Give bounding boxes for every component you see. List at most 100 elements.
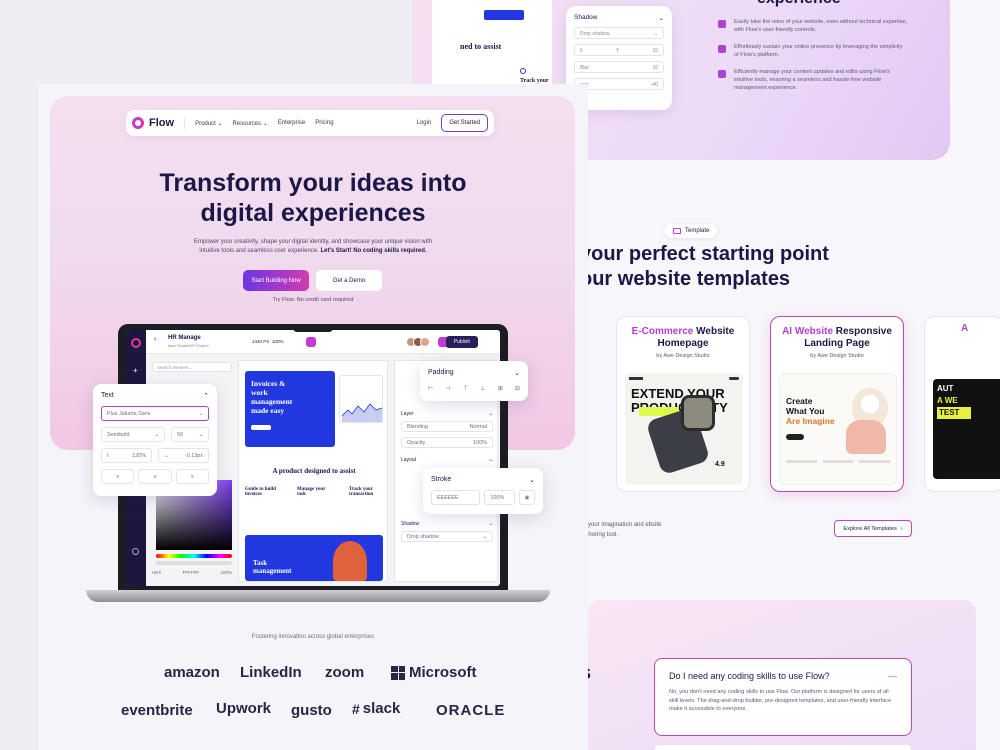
edit-icon <box>718 70 726 78</box>
font-family-select[interactable]: Plus Jakarta Sans ⌄ <box>101 406 209 421</box>
add-icon[interactable]: + <box>133 366 138 375</box>
shadow-style-select[interactable]: Drop shadow ⌄ <box>574 27 664 39</box>
layer-section: Layer ⌄ <box>401 411 493 417</box>
explore-templates-button[interactable]: Explore All Templates › <box>834 520 912 537</box>
view-toggle-icon[interactable] <box>306 337 316 347</box>
alpha-slider[interactable] <box>156 561 232 565</box>
chevron-down-icon[interactable]: ⌄ <box>514 369 520 377</box>
stroke-title: Stroke <box>431 476 452 483</box>
stroke-panel: Stroke ⌄ EEEEEE 100% ◉ <box>423 468 543 514</box>
template-accent: E-Commerce <box>631 326 694 337</box>
nav-resources[interactable]: Resources ⌄ <box>232 120 267 127</box>
eye-icon[interactable]: ◉ <box>519 490 535 505</box>
collapse-icon[interactable]: — <box>888 671 897 681</box>
shadow-type-select[interactable]: Drop shadow ⌄ <box>401 531 493 542</box>
logo[interactable]: Flow <box>132 117 186 129</box>
faq-item[interactable]: Do I need any coding skills to use Flow?… <box>654 658 912 736</box>
blending-select[interactable]: Blending Normal <box>401 421 493 432</box>
settings-icon[interactable] <box>132 548 139 555</box>
hue-slider[interactable] <box>156 554 232 558</box>
project-path: Awe Studio/HR Project <box>168 343 209 348</box>
chevron-down-icon[interactable]: ⌄ <box>529 476 535 484</box>
doc-headline: ned to assist <box>460 42 502 51</box>
cloud-icon <box>718 45 726 53</box>
fostering-caption: Fostering innovation across global enter… <box>251 634 375 640</box>
stroke-color-field[interactable]: EEEEEE <box>431 490 481 505</box>
layout-section: Layout ⌄ <box>401 457 493 463</box>
zoom-logo: zoom <box>325 664 365 681</box>
stats-widget <box>339 375 383 423</box>
letter-spacing-field[interactable]: ↔ -0.13px <box>158 448 209 463</box>
templates-copy: sh your imagination and ebsite authoring… <box>580 522 662 538</box>
nav-pricing[interactable]: Pricing <box>315 120 333 126</box>
text-panel: Text ⌃ Plus Jakarta Sans ⌄ Semibold ⌄ 56 ⌄ Ⅰ… <box>93 384 217 496</box>
chevron-down-icon[interactable]: ⌄ <box>659 14 664 22</box>
slack-logo: # slack <box>352 700 401 717</box>
start-building-button[interactable]: Start Building Now <box>243 270 309 291</box>
feature-item: Easily take the reins of your website, e… <box>718 18 908 34</box>
padding-title: Padding <box>428 369 454 376</box>
get-started-button[interactable]: Get Started <box>441 114 488 132</box>
monitor-icon <box>673 228 681 234</box>
template-accent: A <box>961 323 969 334</box>
template-author: by Awe Design Studio <box>656 353 710 359</box>
editor-canvas[interactable]: Invoices & work management made easy A p… <box>238 360 388 582</box>
laptop-base <box>86 590 550 602</box>
template-preview: Create What You Are Imagine <box>779 373 897 485</box>
microsoft-logo: Microsoft <box>391 664 477 681</box>
shadow-blur-field[interactable]: Blur 16 <box>574 61 664 73</box>
padding-controls[interactable]: ⊢ ⊣ ⊤ ⊥ ⊞ ⊟ <box>428 385 520 392</box>
get-demo-button[interactable]: Get a Demo <box>316 270 382 291</box>
feature-list: Easily take the reins of your website, e… <box>718 18 908 101</box>
faq-answer: No, you don't need any coding skills to … <box>669 689 892 712</box>
font-weight-select[interactable]: Semibold ⌄ <box>101 427 165 442</box>
nav-product[interactable]: Product ⌄ <box>195 120 222 127</box>
template-card-peek-right[interactable]: AUT A WE TEST A <box>924 316 1000 492</box>
trial-note: Try Flow. No credit card required <box>272 297 354 303</box>
publish-button[interactable]: Publish <box>446 336 478 348</box>
hero-card-preview: Invoices & work management made easy <box>245 371 335 447</box>
hex-fields[interactable]: HEX FFFFFF 100% <box>152 570 232 575</box>
feature-col: Guide to build invoices <box>245 487 276 497</box>
template-preview: EXTEND YOUR PRODUCTIVITY 4.9 <box>625 373 743 485</box>
camera-notch <box>293 324 333 332</box>
template-badge: Template <box>665 224 718 238</box>
microsoft-icon <box>391 665 405 680</box>
gusto-logo: gusto <box>291 702 332 719</box>
template-accent: AI Website <box>782 326 833 337</box>
zoom-level[interactable]: 100% <box>272 339 284 344</box>
feature-item: Efficiently manage your content updates … <box>718 68 908 92</box>
element-search-input[interactable]: Search element... <box>152 362 232 372</box>
list-icon <box>718 20 726 28</box>
login-link[interactable]: Login <box>417 120 432 126</box>
font-size-select[interactable]: 56 ⌄ <box>171 427 209 442</box>
document-preview: ned to assist Track your <box>432 0 552 95</box>
project-name: HR Manage <box>168 335 201 341</box>
faq-question: Do I need any coding skills to use Flow? <box>669 671 830 681</box>
doc-icon <box>520 68 526 74</box>
nav-enterprise[interactable]: Enterprise <box>278 120 305 126</box>
align-left-icon[interactable]: ≡ <box>101 469 135 484</box>
template-card-ecommerce[interactable]: E-Commerce Website Homepage by Awe Desig… <box>616 316 750 492</box>
faq-item[interactable] <box>654 744 912 750</box>
template-preview: AUT A WE TEST <box>933 379 1000 479</box>
template-card-ai-website[interactable]: AI Website Responsive Landing Page by Aw… <box>770 316 904 492</box>
section-title: A product designed to assist <box>272 467 356 475</box>
align-center-icon[interactable]: ≡ <box>138 469 172 484</box>
shadow-xy-fields[interactable]: 6 Y 15 <box>574 44 664 56</box>
front-page: Flow Product ⌄ Resources ⌄ Enterprise Pr… <box>38 84 588 750</box>
back-icon[interactable]: ‹ <box>154 336 156 343</box>
feature-col: Manage your task <box>297 487 326 497</box>
align-right-icon[interactable]: ≡ <box>175 469 209 484</box>
stroke-opacity-field[interactable]: 100% <box>484 490 515 505</box>
line-height-field[interactable]: Ⅰ 120% <box>101 448 152 463</box>
collaborator-avatars <box>406 337 434 347</box>
opacity-field[interactable]: Opacity 100% <box>401 437 493 448</box>
feature-item: Effortlessly sustain your online presenc… <box>718 43 908 59</box>
viewport-size[interactable]: 1440 PX <box>252 339 269 344</box>
linkedin-logo: LinkedIn <box>240 664 302 681</box>
chevron-up-icon[interactable]: ⌃ <box>203 392 209 400</box>
back-heading-cut: experience <box>757 0 841 8</box>
amazon-logo: amazon <box>164 664 220 681</box>
hero-headline: Transform your ideas into digital experi… <box>159 169 467 227</box>
